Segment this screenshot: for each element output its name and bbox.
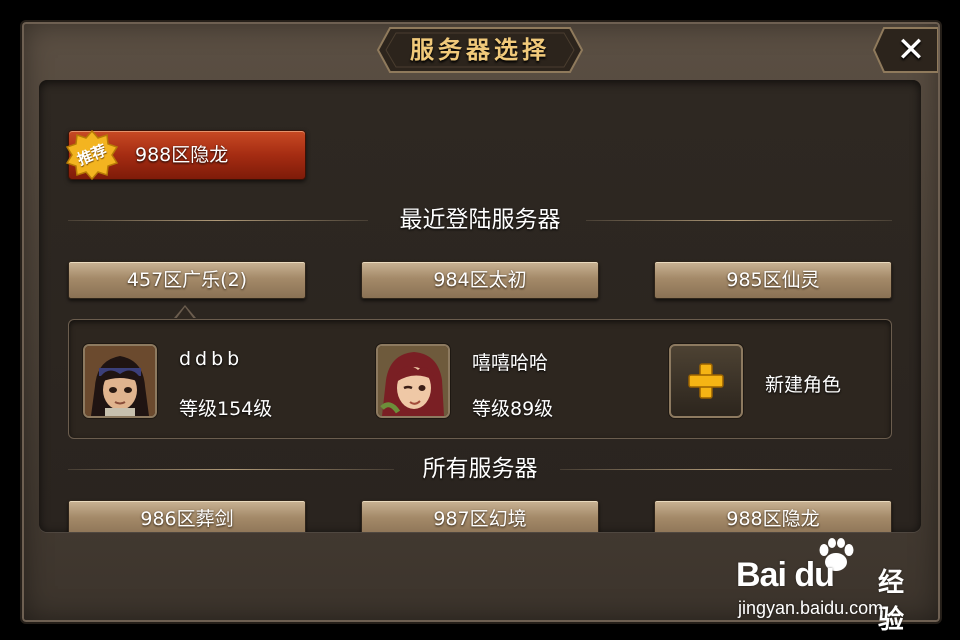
baidu-url: jingyan.baidu.com [738,598,884,618]
character-panel: ddbb 等级154级 嘻嘻哈哈 等级89级 新建角色 [68,319,892,439]
recent-server-button[interactable]: 457区广乐(2) [68,261,306,299]
server-button[interactable]: 986区葬剑 [68,500,306,532]
baidu-logo: Bai du [736,556,835,594]
male-warrior-avatar-icon [83,344,157,418]
recent-servers-heading: 最近登陆服务器 [68,204,892,236]
new-character-button[interactable]: 新建角色 [669,344,879,418]
character-slot[interactable]: 嘻嘻哈哈 等级89级 [376,344,636,420]
dialog-title: 服务器选择 [410,35,550,64]
recommended-badge: 推荐 [65,129,119,181]
baidu-jingyan: 经验 [878,568,905,635]
character-slot[interactable]: ddbb 等级154级 [83,344,343,420]
title-plate: 服务器选择 [376,26,584,74]
all-servers-heading: 所有服务器 [68,453,892,485]
new-character-label: 新建角色 [765,374,842,396]
character-level: 等级154级 [179,398,273,420]
all-servers-list: 986区葬剑 987区幻境 988区隐龙 [39,490,921,532]
character-name: 嘻嘻哈哈 [472,352,549,374]
recent-servers-title: 最近登陆服务器 [399,207,561,233]
close-icon: ✕ [896,30,926,70]
server-button[interactable]: 987区幻境 [361,500,599,532]
selection-pointer-fill [176,307,194,319]
recommended-server-label: 988区隐龙 [135,144,229,166]
recent-server-button[interactable]: 984区太初 [361,261,599,299]
plus-icon [669,344,743,418]
recommended-server-button[interactable]: 988区隐龙 推荐 [65,129,306,181]
baidu-watermark: Bai du 经验 jingyan.baidu.com [736,538,926,635]
server-button[interactable]: 988区隐龙 [654,500,892,532]
character-name: ddbb [179,348,244,370]
close-button[interactable]: ✕ [872,26,938,74]
character-level: 等级89级 [472,398,554,420]
all-servers-title: 所有服务器 [422,456,538,482]
female-elf-avatar-icon [376,344,450,418]
recent-server-button[interactable]: 985区仙灵 [654,261,892,299]
